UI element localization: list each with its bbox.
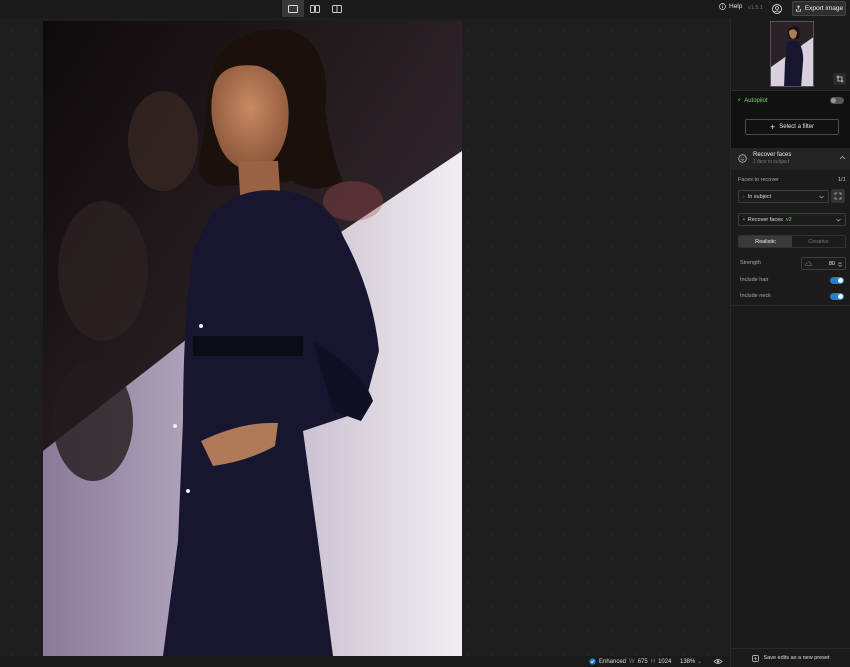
image-thumbnail[interactable]: [770, 21, 814, 87]
account-button[interactable]: [771, 3, 783, 15]
autopilot-label: Autopilot: [744, 97, 768, 104]
user-circle-icon: [772, 4, 782, 14]
save-preset-label: Save edits as a new preset: [763, 655, 830, 661]
mode-creative-tab[interactable]: Creative: [792, 236, 845, 247]
chevron-right-icon: ›: [743, 193, 745, 200]
crop-button[interactable]: [833, 73, 846, 85]
include-neck-label: Include neck: [740, 293, 771, 299]
chevron-up-icon[interactable]: [839, 155, 846, 160]
view-mode-switcher: [282, 0, 348, 17]
faces-to-recover-label: Faces to recover: [738, 177, 779, 183]
include-hair-toggle[interactable]: [830, 277, 844, 284]
version-label: v1.5.1: [748, 5, 763, 11]
export-icon: [795, 5, 801, 12]
split-view-icon: [332, 4, 342, 13]
recover-faces-panel: Recover faces 1 face in subject Faces to…: [731, 148, 850, 306]
recover-faces-subtitle: 1 face in subject: [753, 159, 790, 165]
save-preset-button[interactable]: Save edits as a new preset: [731, 648, 850, 667]
mode-segmented-control: Realistic Creative: [738, 235, 846, 248]
edited-photo[interactable]: [43, 21, 462, 656]
zoom-value: 138%: [680, 659, 696, 665]
model-dropdown[interactable]: • Recover faces v2: [738, 213, 846, 226]
help-button[interactable]: Help: [719, 3, 742, 10]
subject-option: In subject: [747, 193, 772, 200]
chevron-down-icon: ⌄: [697, 659, 703, 665]
model-dot-icon: •: [743, 216, 745, 223]
right-panel: ⚡ Autopilot + Select a filter Recover fa…: [730, 18, 850, 667]
image-canvas[interactable]: [0, 18, 730, 656]
export-label: Export image: [804, 5, 844, 12]
select-filter-button[interactable]: + Select a filter: [745, 119, 839, 135]
face-smile-icon: [738, 154, 747, 163]
width-prefix: W: [629, 658, 635, 665]
cloud-icon: [805, 261, 812, 266]
autopilot-section: ⚡ Autopilot + Select a filter: [731, 90, 850, 148]
compare-view-icon: [310, 4, 320, 13]
top-bar: Help v1.5.1 Export image: [0, 0, 850, 18]
check-circle-icon: [589, 658, 596, 665]
chevron-down-icon: [836, 218, 841, 222]
include-neck-toggle[interactable]: [830, 293, 844, 300]
plus-icon: +: [770, 122, 776, 132]
height-prefix: H: [650, 658, 656, 665]
subject-dropdown[interactable]: › In subject: [738, 190, 829, 203]
strength-label: Strength: [740, 260, 761, 266]
recover-faces-header[interactable]: Recover faces 1 face in subject: [731, 148, 850, 170]
split-view-button[interactable]: [326, 0, 348, 17]
enhance-status: Enhanced W 675 H 1024: [589, 658, 671, 665]
zoom-dropdown[interactable]: 138% ⌄: [680, 658, 702, 665]
single-view-icon: [288, 4, 298, 13]
compare-view-button[interactable]: [304, 0, 326, 17]
autopilot-header: ⚡ Autopilot: [737, 97, 768, 105]
single-view-button[interactable]: [282, 0, 304, 17]
photo-image: [43, 21, 462, 656]
faces-count: 1/1: [838, 177, 846, 183]
preview-toggle-button[interactable]: [713, 657, 723, 666]
thumbnail-image: [771, 22, 813, 86]
stepper-arrows-icon[interactable]: [838, 262, 842, 267]
face-scan-icon: [834, 192, 842, 200]
help-label: Help: [729, 3, 743, 10]
export-image-button[interactable]: Export image: [792, 1, 846, 16]
autopilot-toggle[interactable]: [830, 97, 844, 104]
eye-icon: [713, 659, 723, 664]
width-value: 675: [637, 658, 648, 665]
model-version: v2: [785, 216, 792, 223]
model-label: Recover faces: [747, 216, 783, 223]
include-hair-label: Include hair: [740, 277, 769, 283]
face-select-button[interactable]: [831, 189, 845, 203]
strength-value[interactable]: 80: [829, 261, 835, 267]
mode-realistic-tab[interactable]: Realistic: [739, 236, 792, 247]
save-preset-icon: [752, 654, 760, 662]
select-filter-label: Select a filter: [779, 124, 814, 130]
bolt-icon: ⚡: [737, 98, 742, 104]
height-value: 1024: [658, 658, 672, 665]
recover-faces-title: Recover faces: [753, 152, 792, 158]
chevron-down-icon: [819, 195, 824, 199]
info-icon: [719, 3, 726, 10]
bottom-status-bar: Enhanced W 675 H 1024 138% ⌄: [0, 656, 730, 667]
crop-icon: [836, 75, 843, 83]
status-label: Enhanced: [599, 658, 627, 665]
strength-stepper[interactable]: 80: [801, 257, 846, 270]
